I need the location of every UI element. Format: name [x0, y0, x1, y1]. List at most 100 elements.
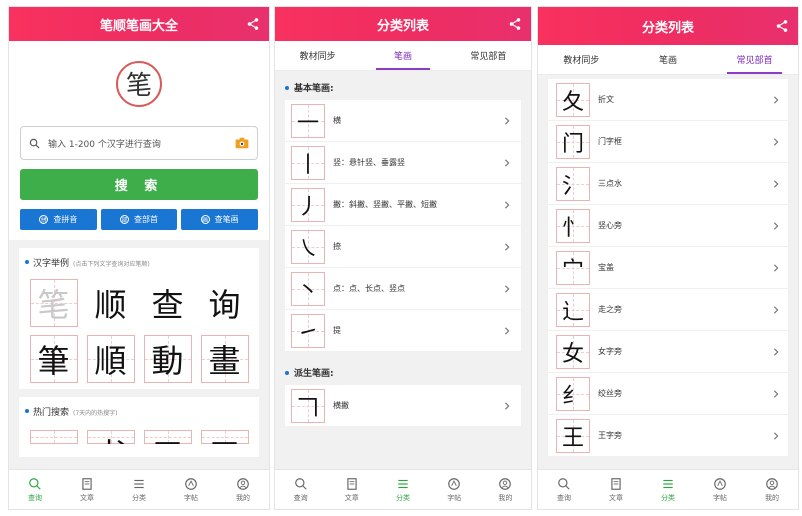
- example-char[interactable]: 動: [143, 335, 192, 383]
- radical-label: 绞丝旁: [598, 389, 622, 398]
- example-char[interactable]: 询: [200, 279, 249, 327]
- share-icon[interactable]: [775, 19, 789, 33]
- lookup-stroke-button[interactable]: 画查笔画: [181, 209, 259, 230]
- tab-radicals[interactable]: 常见部首: [446, 41, 531, 70]
- nav-copybook[interactable]: 字帖: [429, 470, 480, 509]
- search-icon: [29, 138, 40, 148]
- list-item[interactable]: 女女字旁: [548, 331, 788, 373]
- tab-strokes[interactable]: 笔画: [360, 41, 445, 70]
- derived-strokes-list: 𠃍 横撇: [285, 385, 521, 427]
- list-item[interactable]: 氵三点水: [548, 163, 788, 205]
- page-title: 分类列表: [641, 20, 694, 36]
- app-header: 分类列表: [275, 7, 531, 41]
- brush-icon: [448, 477, 461, 490]
- hot-char[interactable]: 三: [200, 430, 249, 444]
- radical-label: 女字旁: [598, 347, 622, 356]
- examples-card: 汉字举例 (点击下列文字查询对应笔顺) 笔 顺 查 询 筆 順 動 畫: [19, 248, 259, 389]
- category-tabs: 教材同步 笔画 常见部首: [275, 41, 531, 71]
- example-char[interactable]: 順: [86, 335, 135, 383]
- chevron-right-icon: [773, 347, 779, 356]
- nav-category[interactable]: 分类: [113, 470, 165, 509]
- examples-heading: 汉字举例: [33, 259, 70, 269]
- nav-label: 文章: [344, 493, 359, 502]
- tab-textbook[interactable]: 教材同步: [275, 41, 360, 70]
- chevron-right-icon: [504, 401, 510, 410]
- nav-category[interactable]: 分类: [642, 470, 694, 509]
- nav-category[interactable]: 分类: [377, 470, 428, 509]
- list-item[interactable]: ㇀提: [285, 310, 521, 352]
- hot-search-chars: 书 三 三: [25, 430, 253, 444]
- nav-label: 查询: [293, 493, 308, 502]
- nav-article[interactable]: 文章: [326, 470, 377, 509]
- list-icon: [398, 479, 408, 488]
- search-button[interactable]: 搜 索: [20, 169, 258, 200]
- list-item[interactable]: 夂折文: [548, 79, 788, 121]
- hot-char[interactable]: 三: [143, 430, 192, 444]
- nav-label: 我的: [765, 493, 779, 502]
- radical-glyph: 王: [556, 418, 590, 453]
- nav-label: 查询: [557, 493, 571, 502]
- brush-icon: [714, 477, 726, 490]
- stroke-glyph: 𠃍: [291, 388, 325, 423]
- search-icon: [558, 477, 570, 490]
- list-item[interactable]: 一横: [285, 100, 521, 142]
- list-item[interactable]: 忄竖心旁: [548, 205, 788, 247]
- example-char[interactable]: 查: [143, 279, 192, 327]
- stroke-label: 横: [333, 116, 341, 125]
- stroke-label: 捺: [333, 242, 341, 251]
- list-item[interactable]: 𠃍 横撇: [285, 385, 521, 427]
- bottom-nav: 查询 文章 分类 字帖 我的: [538, 469, 798, 509]
- radical-glyph: 纟: [556, 376, 590, 411]
- nav-article[interactable]: 文章: [590, 470, 642, 509]
- radical-glyph: 女: [556, 334, 590, 369]
- list-item[interactable]: ㇏捺: [285, 226, 521, 268]
- search-icon: [29, 477, 41, 490]
- nav-search[interactable]: 查询: [538, 470, 590, 509]
- nav-profile[interactable]: 我的: [480, 470, 531, 509]
- example-char[interactable]: 筆: [29, 335, 78, 383]
- nav-search[interactable]: 查询: [275, 470, 326, 509]
- lookup-pinyin-label: 查拼音: [53, 215, 78, 224]
- nav-copybook[interactable]: 字帖: [165, 470, 217, 509]
- list-item[interactable]: 丶点：点、长点、竖点: [285, 268, 521, 310]
- share-icon[interactable]: [508, 17, 522, 31]
- example-char[interactable]: 笔: [29, 279, 78, 327]
- list-item[interactable]: 宀宝盖: [548, 247, 788, 289]
- list-item[interactable]: 纟绞丝旁: [548, 373, 788, 415]
- camera-icon[interactable]: [235, 137, 249, 149]
- example-char[interactable]: 顺: [86, 279, 135, 327]
- nav-search[interactable]: 查询: [9, 470, 61, 509]
- list-icon: [663, 479, 673, 488]
- list-item[interactable]: 王王字旁: [548, 415, 788, 457]
- stroke-label: 撇：斜撇、竖撇、平撇、短撇: [333, 200, 437, 209]
- lookup-pinyin-button[interactable]: 拼查拼音: [20, 209, 97, 230]
- nav-profile[interactable]: 我的: [217, 470, 269, 509]
- document-icon: [611, 477, 621, 490]
- list-item[interactable]: 门门字框: [548, 121, 788, 163]
- nav-profile[interactable]: 我的: [746, 470, 798, 509]
- screen-radicals: 分类列表 教材同步 笔画 常见部首 夂折文 门门字框 氵三点水 忄竖心旁 宀宝盖…: [537, 6, 799, 510]
- share-icon[interactable]: [246, 17, 260, 31]
- list-item[interactable]: 辶走之旁: [548, 289, 788, 331]
- hot-char[interactable]: 书: [86, 430, 135, 444]
- nav-article[interactable]: 文章: [61, 470, 113, 509]
- page-title: 笔顺笔画大全: [99, 18, 178, 34]
- search-input[interactable]: 输入 1-200 个汉字进行查询: [20, 126, 258, 160]
- nav-label: 字帖: [184, 493, 198, 502]
- list-item[interactable]: 丿撇：斜撇、竖撇、平撇、短撇: [285, 184, 521, 226]
- tab-strokes[interactable]: 笔画: [625, 45, 712, 74]
- nav-copybook[interactable]: 字帖: [694, 470, 746, 509]
- tab-textbook[interactable]: 教材同步: [538, 45, 625, 74]
- search-area: 输入 1-200 个汉字进行查询 搜 索 拼查拼音 部查部首 画查笔画: [9, 126, 269, 240]
- derived-strokes-heading: 派生笔画:: [294, 369, 334, 379]
- chevron-right-icon: [773, 95, 779, 104]
- user-icon: [499, 477, 512, 490]
- tab-radicals[interactable]: 常见部首: [711, 45, 798, 74]
- list-item[interactable]: 丨竖：悬针竖、垂露竖: [285, 142, 521, 184]
- example-char[interactable]: 畫: [200, 335, 249, 383]
- lookup-radical-button[interactable]: 部查部首: [100, 209, 178, 230]
- hot-char[interactable]: [29, 430, 78, 444]
- user-icon: [237, 477, 249, 490]
- radical-label: 王字旁: [598, 431, 622, 440]
- chevron-right-icon: [773, 389, 779, 398]
